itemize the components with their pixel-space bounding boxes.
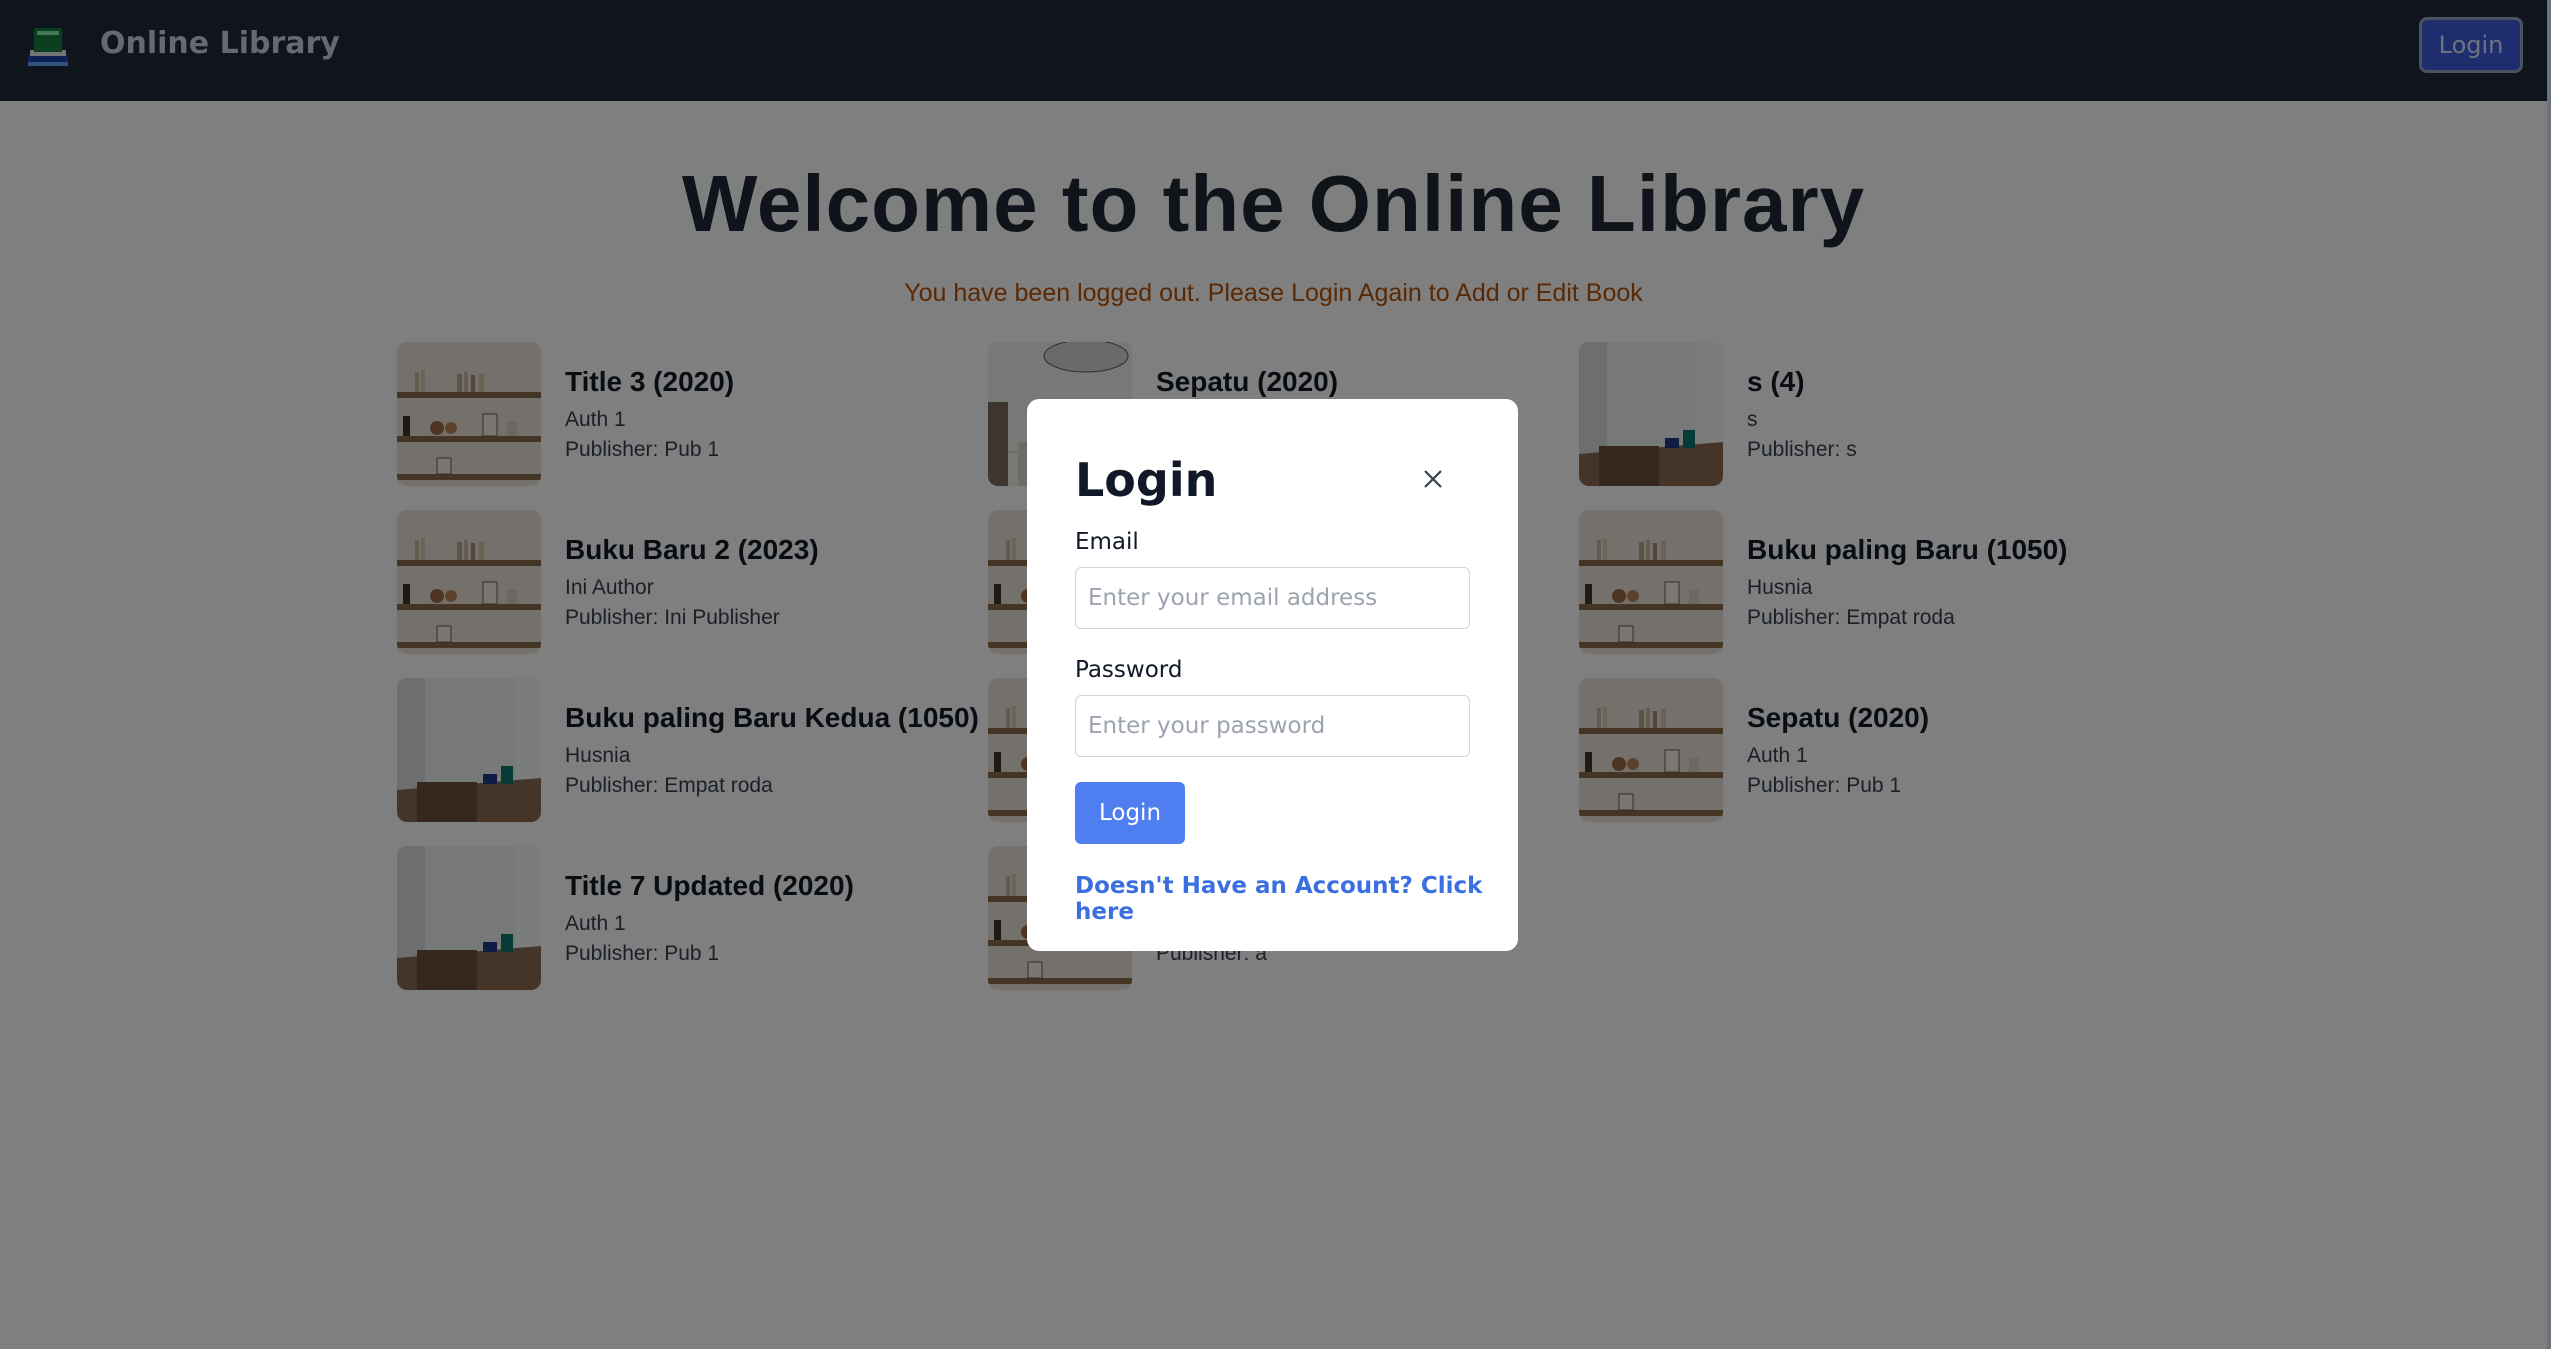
login-submit-button[interactable]: Login — [1075, 782, 1185, 844]
email-field[interactable] — [1075, 567, 1470, 629]
login-modal: Login Email Password Login Doesn't Have … — [1027, 399, 1518, 951]
email-label: Email — [1075, 529, 1139, 555]
password-label: Password — [1075, 657, 1183, 683]
close-icon[interactable] — [1413, 459, 1453, 499]
modal-title: Login — [1075, 453, 1218, 507]
register-link[interactable]: Doesn't Have an Account? Click here — [1075, 873, 1518, 925]
password-field[interactable] — [1075, 695, 1470, 757]
page-scrollbar[interactable] — [2547, 0, 2551, 1349]
